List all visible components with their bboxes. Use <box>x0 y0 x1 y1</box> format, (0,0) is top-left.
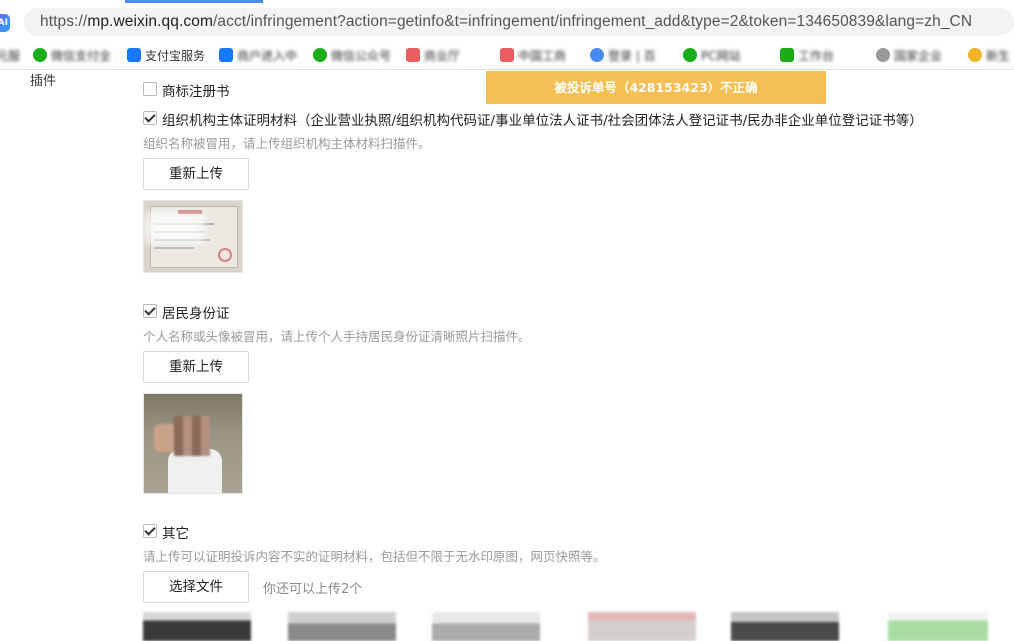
face-mosaic <box>174 416 210 456</box>
bookmarks-bar: 元服 微信支付全 支付宝服务 商户进入中 微信公众号 商业厅 中国工商 登录 |… <box>0 40 1014 70</box>
org-material-checkbox[interactable] <box>143 111 157 125</box>
org-material-hint: 组织名称被冒用，请上传组织机构主体材料扫描件。 <box>143 136 431 151</box>
org-license-thumbnail[interactable] <box>143 200 243 273</box>
url-text: https://mp.weixin.qq.com/acct/infringeme… <box>40 13 972 31</box>
bookmark-label: 工作台 <box>798 48 835 63</box>
bookmark-favicon-icon <box>683 48 697 62</box>
upload-thumbnail[interactable] <box>432 612 540 641</box>
wechat-pay-icon <box>33 48 47 62</box>
bookmark-item[interactable]: 商户进入中 <box>219 47 297 63</box>
id-card-label: 居民身份证 <box>162 306 230 322</box>
other-label: 其它 <box>162 526 189 542</box>
id-card-hint: 个人名称或头像被冒用，请上传个人手持居民身份证清晰照片扫描件。 <box>143 329 531 344</box>
photo-hand <box>154 424 176 452</box>
upload-thumbnail[interactable] <box>888 612 988 641</box>
other-hint: 请上传可以证明投诉内容不实的证明材料，包括但不限于无水印原图，网页快照等。 <box>143 549 606 564</box>
bookmark-item[interactable]: 商业厅 <box>406 47 460 63</box>
upload-remaining-text: 你还可以上传2个 <box>263 582 363 597</box>
bookmark-item[interactable]: 微信公众号 <box>313 47 391 63</box>
bookmark-item[interactable]: PC网站 <box>683 47 741 63</box>
address-bar: AI https://mp.weixin.qq.com/acct/infring… <box>0 3 1014 40</box>
bookmark-favicon-icon <box>876 48 890 62</box>
org-reupload-button[interactable]: 重新上传 <box>143 158 249 190</box>
bookmark-label: 微信公众号 <box>331 48 392 63</box>
id-card-reupload-button[interactable]: 重新上传 <box>143 351 249 383</box>
bookmark-item[interactable]: 微信支付全 <box>33 47 111 63</box>
bookmark-item[interactable]: 登录 | 百 <box>590 47 656 63</box>
bookmark-favicon-icon <box>590 48 604 62</box>
bookmark-item[interactable]: 支付宝服务 <box>127 47 205 63</box>
bookmark-label: 新生 <box>986 48 1011 63</box>
bookmark-favicon-icon <box>780 48 794 62</box>
upload-thumbnail[interactable] <box>588 612 696 641</box>
bookmark-label: 登录 | 百 <box>608 48 656 63</box>
org-material-label: 组织机构主体证明材料（企业营业执照/组织机构代码证/事业单位法人证书/社会团体法… <box>162 113 923 129</box>
bookmark-item[interactable]: 元服 <box>0 47 20 63</box>
seal-stamp <box>218 248 232 262</box>
redaction-blur <box>144 213 204 243</box>
bookmark-label: 中国工商 <box>518 48 567 63</box>
url-host: mp.weixin.qq.com <box>87 13 213 30</box>
alipay-icon <box>127 48 141 62</box>
bookmark-favicon-icon <box>406 48 420 62</box>
upload-thumbnail[interactable] <box>731 612 839 641</box>
error-banner: 被投诉单号（428153423）不正确 <box>486 71 826 104</box>
id-card-photo-thumbnail[interactable] <box>143 393 243 494</box>
browser-app-icon[interactable]: AI <box>0 14 10 32</box>
bookmark-item[interactable]: 新生 <box>968 47 1010 63</box>
bookmark-label: 微信支付全 <box>51 48 112 63</box>
id-card-checkbox[interactable] <box>143 304 157 318</box>
bookmark-favicon-icon <box>500 48 514 62</box>
certificate-line <box>154 247 194 249</box>
bookmark-label: PC网站 <box>701 48 741 63</box>
trademark-checkbox[interactable] <box>143 82 157 96</box>
bookmark-label: 商业厅 <box>424 48 461 63</box>
bookmark-label: 元服 <box>0 48 21 63</box>
merchant-icon <box>219 48 233 62</box>
upload-thumbnail[interactable] <box>143 612 251 641</box>
bookmark-item[interactable]: 中国工商 <box>500 47 566 63</box>
bookmark-favicon-icon <box>968 48 982 62</box>
other-checkbox[interactable] <box>143 524 157 538</box>
trademark-label: 商标注册书 <box>162 84 230 100</box>
bookmark-label: 商户进入中 <box>237 48 298 63</box>
url-prefix: https:// <box>40 13 88 30</box>
field-label: 插件 <box>30 74 57 89</box>
bookmark-label: 国家企业 <box>894 48 943 63</box>
upload-thumbnail[interactable] <box>288 612 396 641</box>
choose-file-button[interactable]: 选择文件 <box>143 571 249 603</box>
wechat-official-icon <box>313 48 327 62</box>
bookmark-item[interactable]: 国家企业 <box>876 47 942 63</box>
bookmark-label: 支付宝服务 <box>145 48 206 63</box>
bookmark-item[interactable]: 工作台 <box>780 47 834 63</box>
url-path: /acct/infringement?action=getinfo&t=infr… <box>212 13 973 30</box>
url-input[interactable]: https://mp.weixin.qq.com/acct/infringeme… <box>24 8 1014 36</box>
